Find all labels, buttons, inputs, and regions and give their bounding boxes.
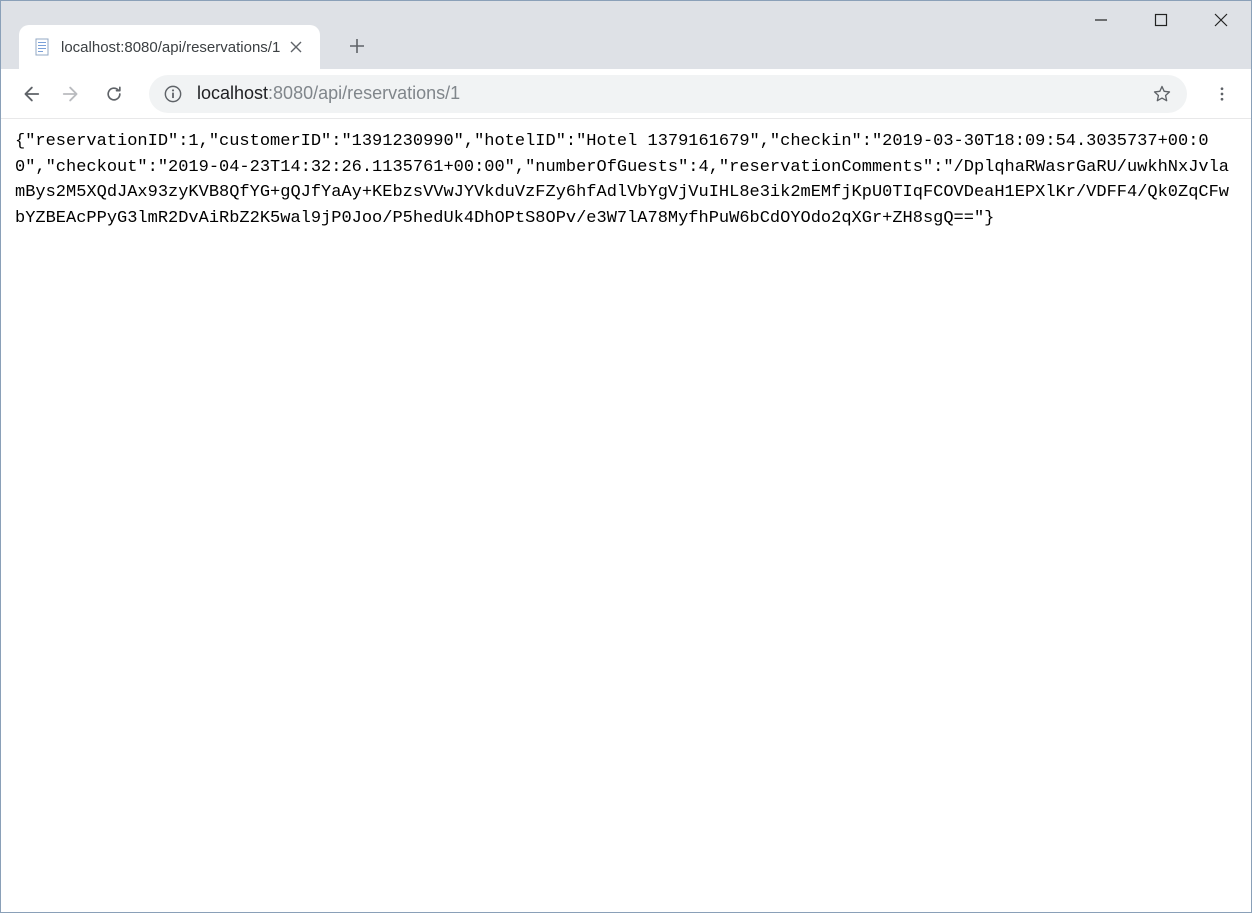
tab-title: localhost:8080/api/reservations/1 (61, 39, 280, 56)
site-info-icon[interactable] (163, 84, 183, 104)
file-icon (33, 38, 51, 56)
url-host: localhost (197, 83, 268, 103)
menu-button[interactable] (1203, 75, 1241, 113)
forward-button[interactable] (53, 75, 91, 113)
browser-titlebar: localhost:8080/api/reservations/1 (1, 1, 1251, 69)
url-text: localhost:8080/api/reservations/1 (197, 83, 1151, 104)
page-body: {"reservationID":1,"customerID":"1391230… (1, 119, 1251, 241)
minimize-button[interactable] (1071, 1, 1131, 39)
window-close-button[interactable] (1191, 1, 1251, 39)
bookmark-icon[interactable] (1151, 83, 1173, 105)
back-button[interactable] (11, 75, 49, 113)
url-port: :8080 (268, 83, 313, 103)
address-bar[interactable]: localhost:8080/api/reservations/1 (149, 75, 1187, 113)
reload-button[interactable] (95, 75, 133, 113)
new-tab-button[interactable] (340, 29, 374, 63)
close-icon[interactable] (286, 37, 306, 57)
url-path: /api/reservations/1 (313, 83, 460, 103)
maximize-button[interactable] (1131, 1, 1191, 39)
browser-tab[interactable]: localhost:8080/api/reservations/1 (19, 25, 320, 69)
browser-toolbar: localhost:8080/api/reservations/1 (1, 69, 1251, 119)
window-controls (1071, 1, 1251, 39)
